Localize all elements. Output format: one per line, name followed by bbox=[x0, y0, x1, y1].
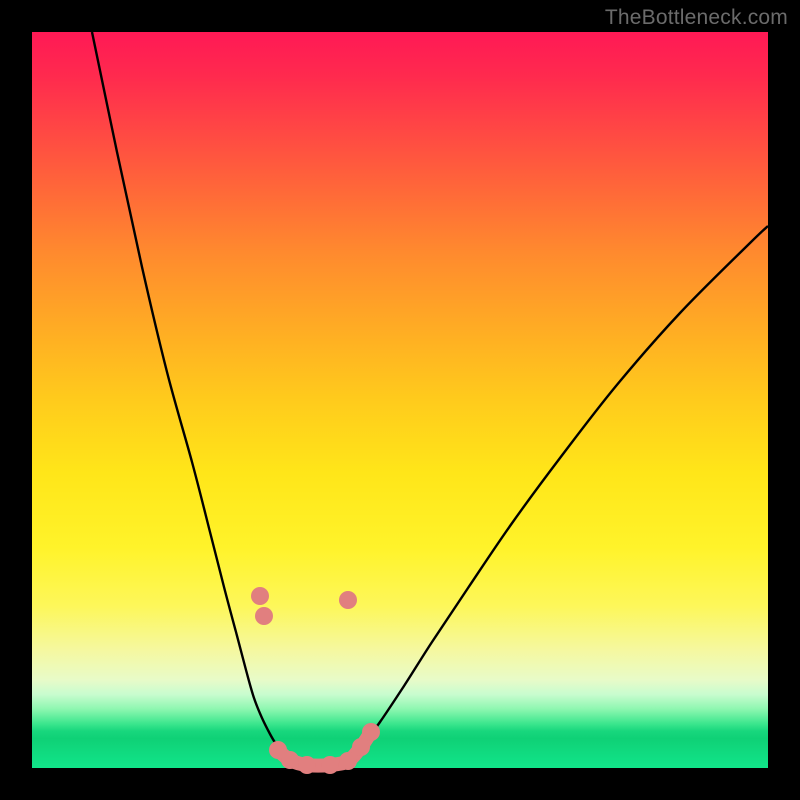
left-branch-curve bbox=[92, 32, 292, 762]
marker-dot bbox=[352, 738, 370, 756]
marker-dot bbox=[339, 591, 357, 609]
marker-dot bbox=[255, 607, 273, 625]
curve-layer bbox=[32, 32, 768, 768]
marker-dot bbox=[251, 587, 269, 605]
marker-dot bbox=[362, 723, 380, 741]
outer-frame: TheBottleneck.com bbox=[0, 0, 800, 800]
plot-area bbox=[32, 32, 768, 768]
watermark-text: TheBottleneck.com bbox=[605, 6, 788, 30]
marker-dots bbox=[251, 587, 380, 774]
marker-dot bbox=[321, 756, 339, 774]
right-branch-curve bbox=[348, 226, 768, 762]
marker-dot bbox=[298, 756, 316, 774]
marker-dot bbox=[281, 751, 299, 769]
marker-dot bbox=[339, 752, 357, 770]
